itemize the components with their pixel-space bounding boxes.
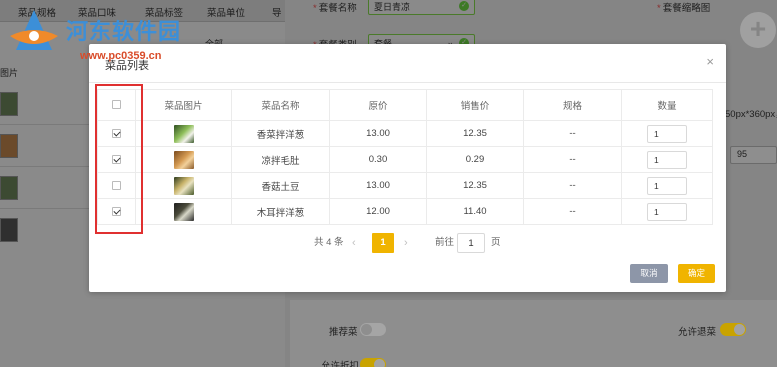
dish-name: 香菇土豆 [231, 172, 330, 199]
meal-name-input[interactable]: 夏日青凉 ✓ [368, 0, 475, 15]
dish-name: 香菜拌洋葱 [231, 120, 330, 147]
pager-page-suffix: 页 [491, 237, 501, 248]
header-unit: 菜品单位 [207, 8, 246, 19]
dish-image [173, 150, 194, 169]
dish-thumbnail [0, 176, 18, 200]
original-price: 13.00 [329, 120, 427, 147]
table-row[interactable]: 香菜拌洋葱 13.00 12.35 -- 1 [97, 120, 713, 147]
col-name: 菜品名称 [231, 89, 330, 121]
watermark-title: 河东软件园 [66, 20, 182, 45]
allow-discount-toggle[interactable] [360, 358, 386, 367]
cancel-button[interactable]: 取消 [630, 264, 668, 283]
spec: -- [523, 198, 622, 225]
original-price: 0.30 [329, 146, 427, 173]
quantity-input[interactable]: 1 [647, 176, 687, 195]
dish-table: 菜品图片 菜品名称 原价 销售价 规格 数量 香菜拌洋葱 13.00 12.35… [97, 89, 713, 225]
dish-name: 凉拌毛肚 [231, 146, 330, 173]
table-row[interactable]: 香菇土豆 13.00 12.35 -- 1 [97, 172, 713, 199]
table-row[interactable]: 凉拌毛肚 0.30 0.29 -- 1 [97, 146, 713, 173]
meal-name-label: * 套餐名称 [313, 3, 357, 14]
confirm-button[interactable]: 确定 [678, 264, 715, 283]
watermark-url: www.pc0359.cn [80, 50, 162, 62]
watermark: 河东软件园 www.pc0359.cn [0, 0, 210, 68]
pager-total: 共 4 条 [314, 237, 344, 248]
dish-image [173, 202, 194, 221]
table-header-row: 菜品图片 菜品名称 原价 销售价 规格 数量 [97, 89, 713, 121]
header-more: 导 [272, 8, 282, 19]
sale-price: 11.40 [426, 198, 524, 225]
dish-list-modal: 菜品列表 × 菜品图片 菜品名称 原价 销售价 规格 数量 香菜拌洋葱 13.0 [89, 44, 726, 292]
pager-current-page[interactable]: 1 [372, 233, 394, 253]
allow-return-label: 允许退菜 [678, 327, 717, 338]
pager-goto-input[interactable]: 1 [457, 233, 485, 253]
close-icon[interactable]: × [706, 54, 714, 69]
recommend-toggle[interactable] [360, 323, 386, 336]
spec: -- [523, 146, 622, 173]
col-sale-price: 销售价 [426, 89, 524, 121]
table-row[interactable]: 木耳拌洋葱 12.00 11.40 -- 1 [97, 198, 713, 225]
meal-thumb-label: * 套餐缩略图 [657, 3, 711, 14]
col-spec: 规格 [523, 89, 622, 121]
dish-image [173, 176, 194, 195]
check-circle-icon: ✓ [459, 1, 469, 11]
dish-thumbnail [0, 218, 18, 242]
quantity-input[interactable]: 1 [647, 150, 687, 169]
dish-thumbnail [0, 134, 18, 158]
dish-thumbnail [0, 92, 18, 116]
allow-return-toggle[interactable] [720, 323, 746, 336]
original-price: 12.00 [329, 198, 427, 225]
allow-discount-label: 允许折扣 [321, 361, 360, 367]
col-quantity: 数量 [621, 89, 713, 121]
checkbox-highlight-box [95, 84, 143, 234]
sale-price: 0.29 [426, 146, 524, 173]
dish-name: 木耳拌洋葱 [231, 198, 330, 225]
quantity-input[interactable]: 1 [647, 202, 687, 221]
chevron-left-icon[interactable]: ‹ [352, 233, 356, 253]
pager-goto-label: 前往 [435, 237, 455, 248]
recommend-label: 推荐菜 [329, 327, 358, 338]
original-price: 13.00 [329, 172, 427, 199]
site-logo-icon [10, 10, 58, 50]
col-original-price: 原价 [329, 89, 427, 121]
price-input[interactable]: 95 [730, 146, 777, 164]
sale-price: 12.35 [426, 172, 524, 199]
chevron-right-icon[interactable]: › [404, 233, 408, 253]
upload-plus-icon[interactable]: + [740, 12, 776, 48]
dish-image [173, 124, 194, 143]
image-size-hint: 50px*360px， [725, 109, 777, 120]
sale-price: 12.35 [426, 120, 524, 147]
col-image: 菜品图片 [135, 89, 232, 121]
modal-divider [89, 82, 726, 83]
spec: -- [523, 120, 622, 147]
quantity-input[interactable]: 1 [647, 124, 687, 143]
spec: -- [523, 172, 622, 199]
